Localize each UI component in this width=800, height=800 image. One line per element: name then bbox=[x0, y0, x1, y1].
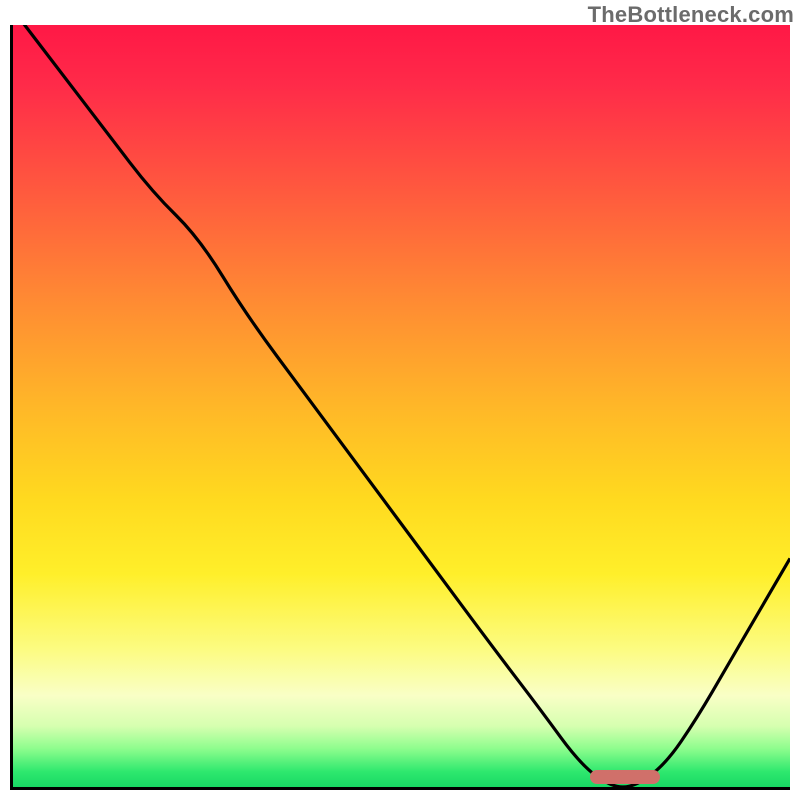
optimal-range-marker bbox=[590, 770, 660, 784]
plot-area bbox=[10, 25, 790, 790]
chart-container: TheBottleneck.com bbox=[0, 0, 800, 800]
watermark-label: TheBottleneck.com bbox=[588, 2, 794, 28]
bottleneck-curve bbox=[13, 25, 790, 787]
